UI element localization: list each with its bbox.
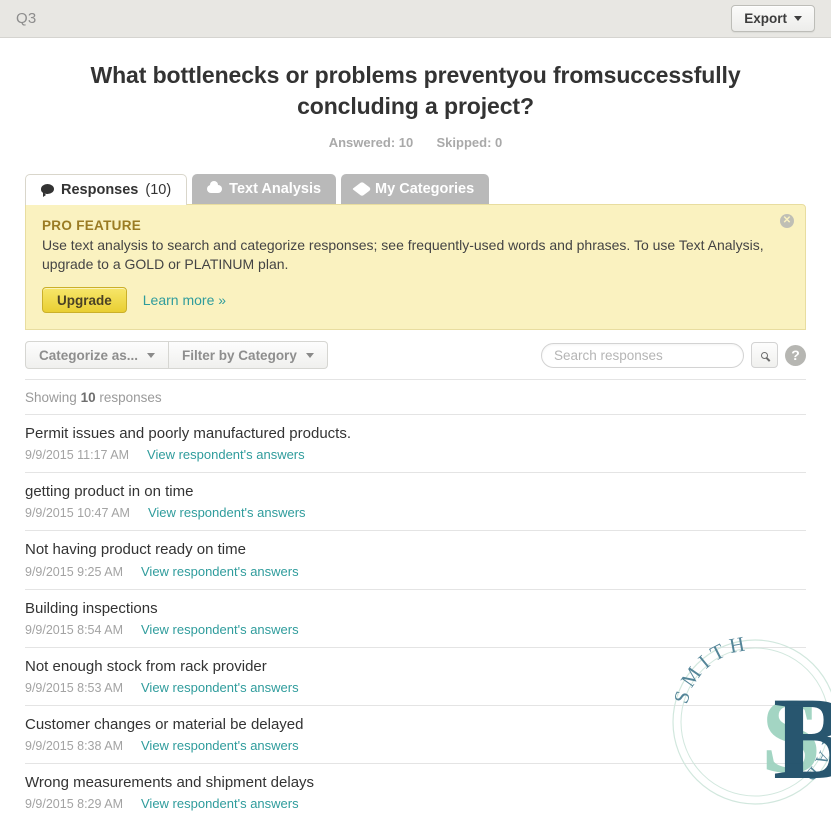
close-icon[interactable]: ✕ — [780, 214, 794, 229]
filter-by-category-button[interactable]: Filter by Category — [169, 341, 328, 370]
tab-responses-label: Responses — [61, 182, 139, 199]
filter-by-category-label: Filter by Category — [182, 347, 297, 363]
help-icon[interactable]: ? — [785, 344, 806, 366]
tag-icon — [352, 181, 372, 197]
showing-suffix: responses — [99, 390, 162, 406]
tab-text-analysis[interactable]: Text Analysis — [192, 174, 337, 205]
responses-toolbar: Categorize as... Filter by Category ? — [25, 330, 806, 381]
response-text: Customer changes or material be delayed — [25, 716, 304, 734]
response-date: 9/9/2015 11:17 AM — [25, 448, 130, 463]
banner-actions: Upgrade Learn more » — [42, 287, 789, 314]
response-date: 9/9/2015 9:25 AM — [25, 564, 123, 579]
top-bar-actions: Export — [731, 5, 815, 32]
response-meta: 9/9/2015 11:17 AM View respondent's answ… — [25, 447, 806, 462]
response-date: 9/9/2015 8:53 AM — [25, 681, 123, 696]
list-item: Permit issues and poorly manufactured pr… — [25, 415, 806, 474]
search-icon — [761, 351, 768, 359]
view-respondent-answers-link[interactable]: View respondent's answers — [141, 796, 299, 811]
response-text: Not enough stock from rack provider — [25, 657, 267, 675]
tab-my-categories[interactable]: My Categories — [341, 174, 490, 205]
response-date: 9/9/2015 8:54 AM — [25, 622, 123, 637]
search-input[interactable] — [541, 342, 744, 368]
skipped-count: Skipped: 0 — [436, 135, 503, 151]
categorize-as-button[interactable]: Categorize as... — [25, 341, 170, 370]
response-meta: 9/9/2015 9:25 AM View respondent's answe… — [25, 564, 806, 579]
view-respondent-answers-link[interactable]: View respondent's answers — [141, 680, 299, 695]
list-item: Customer changes or material be delayed … — [25, 706, 806, 765]
response-meta: 9/9/2015 8:29 AM View respondent's answe… — [25, 796, 806, 811]
export-button-label: Export — [744, 11, 787, 26]
tab-bar: Responses (10) Text Analysis My Categori… — [25, 174, 831, 206]
list-item: Not enough stock from rack provider 9/9/… — [25, 648, 806, 707]
response-meta: 9/9/2015 10:47 AM View respondent's answ… — [25, 505, 806, 520]
search-button[interactable] — [751, 342, 778, 369]
response-meta: 9/9/2015 8:53 AM View respondent's answe… — [25, 680, 806, 695]
categorize-as-label: Categorize as... — [39, 347, 139, 363]
tab-my-categories-label: My Categories — [375, 181, 475, 198]
cloud-icon — [207, 181, 223, 194]
tab-responses[interactable]: Responses (10) — [25, 174, 188, 206]
response-text: Permit issues and poorly manufactured pr… — [25, 425, 351, 443]
category-button-group: Categorize as... Filter by Category — [25, 341, 328, 370]
results-card: What bottlenecks or problems preventyou … — [0, 38, 831, 818]
view-respondent-answers-link[interactable]: View respondent's answers — [147, 447, 305, 462]
tab-responses-count: (10) — [145, 182, 172, 199]
caret-down-icon — [305, 352, 314, 358]
list-item: Wrong measurements and shipment delays 9… — [25, 764, 806, 818]
question-header: What bottlenecks or problems preventyou … — [0, 38, 831, 150]
speech-bubble-icon — [41, 184, 54, 198]
upgrade-button[interactable]: Upgrade — [42, 287, 127, 314]
caret-down-icon — [147, 352, 156, 358]
response-text: Building inspections — [25, 599, 158, 617]
page-title: What bottlenecks or problems preventyou … — [90, 62, 741, 119]
top-bar: Q3 Export — [0, 0, 831, 38]
list-item: getting product in on time 9/9/2015 10:4… — [25, 473, 806, 532]
response-date: 9/9/2015 10:47 AM — [25, 506, 130, 521]
showing-count: 10 — [80, 390, 96, 406]
learn-more-link[interactable]: Learn more » — [143, 292, 226, 308]
response-meta: 9/9/2015 8:54 AM View respondent's answe… — [25, 622, 806, 637]
response-date: 9/9/2015 8:38 AM — [25, 739, 123, 754]
showing-count-label: Showing 10 responses — [25, 380, 806, 416]
caret-down-icon — [794, 16, 802, 21]
banner-title: PRO FEATURE — [42, 218, 142, 234]
pro-feature-banner: PRO FEATURE Use text analysis to search … — [25, 204, 806, 331]
question-number-label: Q3 — [16, 10, 37, 27]
response-meta: 9/9/2015 8:38 AM View respondent's answe… — [25, 738, 806, 753]
export-button[interactable]: Export — [731, 5, 815, 32]
search-area: ? — [541, 342, 806, 369]
tab-text-analysis-label: Text Analysis — [229, 181, 322, 198]
banner-body-text: Use text analysis to search and categori… — [42, 237, 764, 272]
survey-results-page: Q3 Export What bottlenecks or problems p… — [0, 0, 831, 818]
view-respondent-answers-link[interactable]: View respondent's answers — [148, 505, 306, 520]
view-respondent-answers-link[interactable]: View respondent's answers — [141, 738, 299, 753]
view-respondent-answers-link[interactable]: View respondent's answers — [141, 564, 299, 579]
list-item: Not having product ready on time 9/9/201… — [25, 531, 806, 590]
answered-count: Answered: 10 — [328, 135, 414, 151]
list-item: Building inspections 9/9/2015 8:54 AM Vi… — [25, 590, 806, 648]
response-text: Wrong measurements and shipment delays — [25, 774, 315, 792]
responses-list: Permit issues and poorly manufactured pr… — [25, 415, 806, 818]
response-text: getting product in on time — [25, 483, 194, 501]
view-respondent-answers-link[interactable]: View respondent's answers — [141, 622, 299, 637]
response-text: Not having product ready on time — [25, 541, 246, 559]
response-date: 9/9/2015 8:29 AM — [25, 797, 123, 812]
showing-prefix: Showing — [25, 390, 77, 406]
question-stats: Answered: 10 Skipped: 0 — [80, 135, 751, 150]
